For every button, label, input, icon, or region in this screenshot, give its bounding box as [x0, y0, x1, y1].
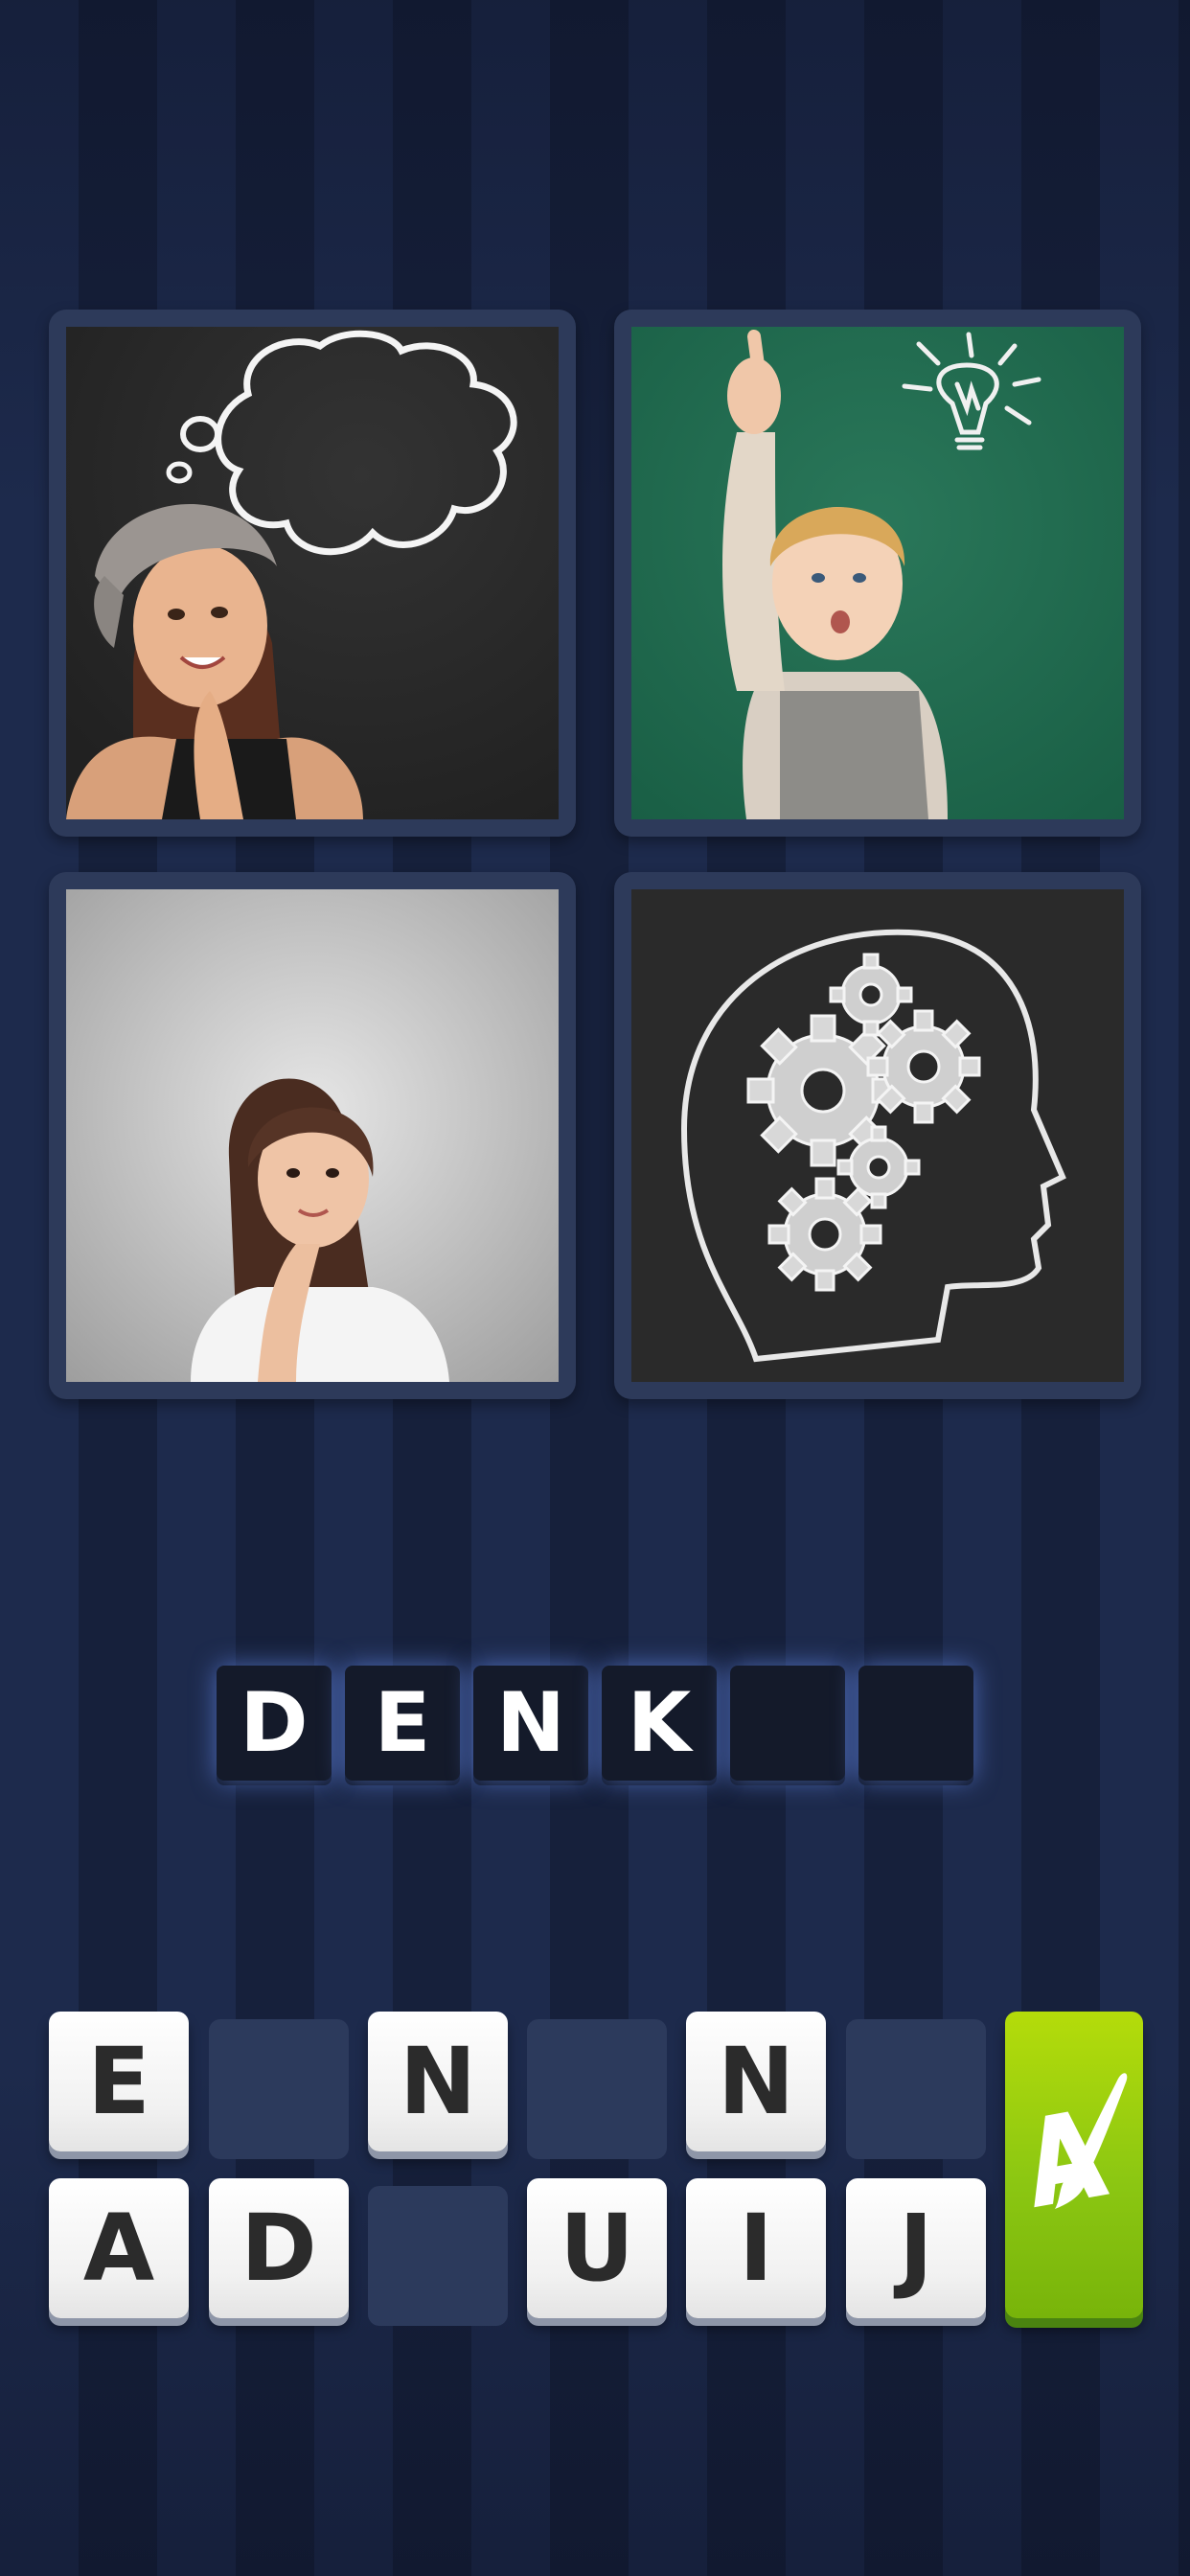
boy-lightbulb-image — [631, 327, 1124, 819]
letter-tile[interactable]: D — [209, 2178, 349, 2318]
picture-woman-pondering[interactable] — [66, 889, 559, 1382]
answer-slot-6[interactable] — [858, 1666, 973, 1781]
letter-tile-used — [209, 2019, 349, 2159]
woman-pondering-image — [66, 889, 559, 1382]
picture-frame-1 — [49, 310, 576, 837]
answer-row: D E N K — [217, 1666, 973, 1782]
hint-button[interactable] — [1005, 2012, 1143, 2318]
letter-tile[interactable]: U — [527, 2178, 667, 2318]
letter-tile[interactable]: N — [368, 2012, 508, 2151]
picture-boy-lightbulb[interactable] — [631, 327, 1124, 819]
letter-tile-used — [368, 2186, 508, 2326]
answer-slot-2[interactable]: E — [345, 1666, 460, 1781]
paintbrush-letter-a-icon — [1034, 2073, 1128, 2209]
picture-frame-2 — [614, 310, 1141, 837]
answer-slot-5[interactable] — [730, 1666, 845, 1781]
answer-slot-1[interactable]: D — [217, 1666, 332, 1781]
picture-head-gears[interactable] — [631, 889, 1124, 1382]
letter-tile-used — [846, 2019, 986, 2159]
letter-tile-used — [527, 2019, 667, 2159]
letter-tile[interactable]: I — [686, 2178, 826, 2318]
letter-tile[interactable]: N — [686, 2012, 826, 2151]
letter-tile[interactable]: J — [846, 2178, 986, 2318]
picture-frame-3 — [49, 872, 576, 1399]
answer-slot-4[interactable]: K — [602, 1666, 717, 1781]
answer-slot-3[interactable]: N — [473, 1666, 588, 1781]
letter-tile[interactable]: A — [49, 2178, 189, 2318]
head-gears-image — [631, 889, 1124, 1382]
picture-woman-thought-bubble[interactable] — [66, 327, 559, 819]
picture-frame-4 — [614, 872, 1141, 1399]
letter-tile[interactable]: E — [49, 2012, 189, 2151]
woman-thought-bubble-image — [66, 327, 559, 819]
